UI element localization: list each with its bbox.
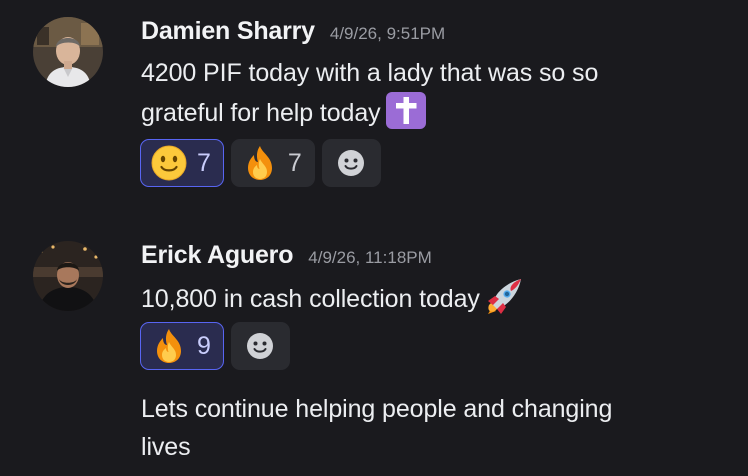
add-reaction-icon bbox=[338, 150, 365, 176]
reactions-bar: 7 7 bbox=[140, 139, 381, 187]
reaction-fire[interactable]: 9 bbox=[140, 322, 224, 370]
reaction-fire[interactable]: 7 bbox=[230, 139, 315, 187]
rocket-emoji bbox=[485, 277, 525, 326]
message-line-text: grateful for help today bbox=[141, 99, 381, 127]
fire-emoji bbox=[247, 146, 272, 180]
reaction-count: 9 bbox=[197, 331, 211, 360]
avatar-photo bbox=[33, 17, 103, 87]
message-content-followup: Lets continue helping people and changin… bbox=[141, 390, 612, 466]
reaction-count: 7 bbox=[197, 148, 211, 177]
username[interactable]: Erick Aguero bbox=[141, 241, 293, 270]
message-header: Damien Sharry 4/9/26, 9:51PM bbox=[141, 17, 445, 46]
message-line: 10,800 in cash collection today bbox=[141, 277, 525, 326]
avatar[interactable] bbox=[33, 17, 103, 87]
reaction-slightly-smiling-face[interactable]: 7 bbox=[140, 139, 224, 187]
timestamp[interactable]: 4/9/26, 11:18PM bbox=[308, 248, 432, 268]
slightly-smiling-face-emoji bbox=[151, 145, 187, 181]
avatar-photo bbox=[33, 241, 103, 311]
add-reaction-button[interactable] bbox=[230, 322, 290, 370]
message-content: 4200 PIF today with a lady that was so s… bbox=[141, 54, 598, 140]
message-content: 10,800 in cash collection today bbox=[141, 277, 525, 326]
message-line-text: 10,800 in cash collection today bbox=[141, 285, 480, 313]
reactions-bar: 9 bbox=[140, 322, 290, 370]
reaction-count: 7 bbox=[287, 148, 302, 177]
fire-emoji bbox=[157, 329, 181, 363]
add-reaction-button[interactable] bbox=[321, 139, 381, 187]
message-line: lives bbox=[141, 433, 191, 461]
add-reaction-icon bbox=[247, 333, 274, 359]
message-header: Erick Aguero 4/9/26, 11:18PM bbox=[141, 241, 432, 270]
latin-cross-emoji bbox=[385, 92, 426, 140]
username[interactable]: Damien Sharry bbox=[141, 17, 315, 46]
message-line: Lets continue helping people and changin… bbox=[141, 395, 613, 423]
timestamp[interactable]: 4/9/26, 9:51PM bbox=[330, 24, 445, 44]
avatar[interactable] bbox=[33, 241, 103, 311]
message-line: 4200 PIF today with a lady that was so s… bbox=[141, 59, 599, 87]
message-line: grateful for help today bbox=[141, 92, 598, 140]
